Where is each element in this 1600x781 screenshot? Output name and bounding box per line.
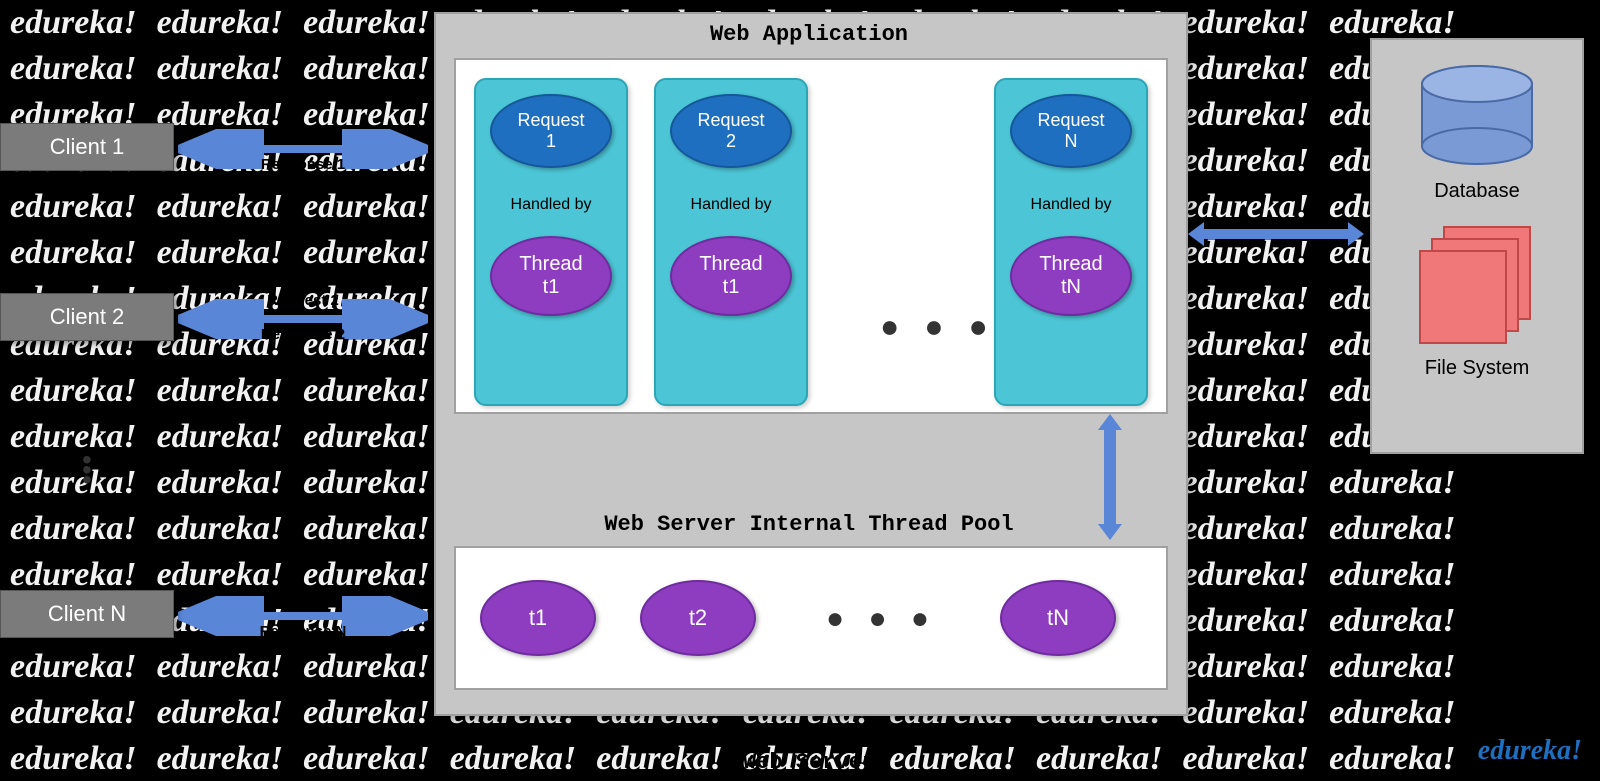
request-n-ellipse: RequestN bbox=[1010, 94, 1132, 168]
pool-ellipsis-icon: ● ● ● bbox=[826, 602, 937, 636]
file-system-label: File System bbox=[1425, 357, 1529, 380]
handlers-ellipsis-icon: ● ● ● bbox=[880, 308, 996, 345]
client2-response-label: Response 2 bbox=[188, 326, 418, 343]
client-2-box: Client 2 bbox=[0, 293, 174, 341]
handled-by-n: Handled by bbox=[1031, 196, 1112, 214]
client2-request-label: Request 2 bbox=[188, 292, 418, 309]
thread-pool-title: Web Server Internal Thread Pool bbox=[454, 512, 1164, 537]
thread-2-ellipse: Threadt1 bbox=[670, 236, 792, 316]
request-1-ellipse: Request1 bbox=[490, 94, 612, 168]
file-system-icon bbox=[1402, 221, 1552, 351]
thread-n-ellipse: ThreadtN bbox=[1010, 236, 1132, 316]
thread-1-ellipse: Threadt1 bbox=[490, 236, 612, 316]
pool-t2: t2 bbox=[640, 580, 756, 656]
client-n-label: Client N bbox=[48, 601, 126, 627]
client1-response-label: Response 1 bbox=[188, 156, 418, 173]
handled-by-1: Handled by bbox=[511, 196, 592, 214]
server-storage-arrow-icon bbox=[1186, 214, 1366, 254]
handled-by-2: Handled by bbox=[691, 196, 772, 214]
database-icon bbox=[1412, 62, 1542, 172]
clients-vdots-icon: ••• bbox=[82, 455, 92, 485]
database-label: Database bbox=[1434, 180, 1520, 203]
pool-tn: tN bbox=[1000, 580, 1116, 656]
client-1-box: Client 1 bbox=[0, 123, 174, 171]
web-application-title: Web Application bbox=[454, 22, 1164, 47]
client-n-box: Client N bbox=[0, 590, 174, 638]
client1-request-label: Request 1 bbox=[188, 122, 418, 139]
clientn-request-label: Request N bbox=[188, 589, 418, 606]
handler-2: Request2 Handled by Threadt1 bbox=[654, 78, 808, 406]
client-2-label: Client 2 bbox=[50, 304, 125, 330]
brand-watermark: edureka! bbox=[1478, 735, 1582, 767]
request-1-text: Request bbox=[517, 110, 584, 131]
thread-pool-box: t1 t2 ● ● ● tN bbox=[454, 546, 1168, 690]
handler-n: RequestN Handled by ThreadtN bbox=[994, 78, 1148, 406]
web-server-title: Web Server bbox=[434, 750, 1184, 775]
storage-box: Database File System bbox=[1370, 38, 1584, 454]
clientn-response-label: Response N bbox=[188, 623, 418, 640]
client-1-label: Client 1 bbox=[50, 134, 125, 160]
handler-1: Request1 Handled by Threadt1 bbox=[474, 78, 628, 406]
pool-t1: t1 bbox=[480, 580, 596, 656]
request-2-ellipse: Request2 bbox=[670, 94, 792, 168]
